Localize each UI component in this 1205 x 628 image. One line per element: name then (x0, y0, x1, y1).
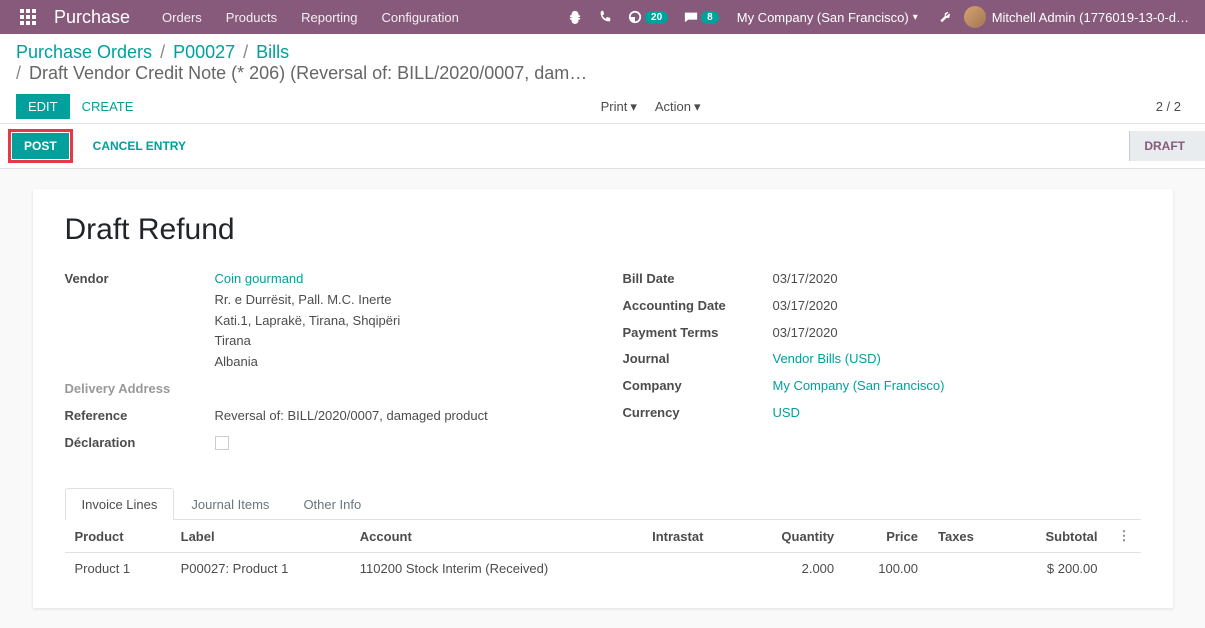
bill-date-value: 03/17/2020 (773, 269, 1141, 290)
apps-icon[interactable] (10, 9, 46, 25)
cell-price: 100.00 (844, 553, 928, 585)
avatar (964, 6, 986, 28)
edit-button[interactable]: Edit (16, 94, 70, 119)
col-product[interactable]: Product (65, 520, 171, 553)
cell-intrastat (642, 553, 742, 585)
create-button[interactable]: Create (70, 94, 146, 119)
vendor-addr1: Rr. e Durrësit, Pall. M.C. Inerte (215, 290, 583, 311)
breadcrumb-purchase-orders[interactable]: Purchase Orders (16, 42, 152, 63)
nav-products[interactable]: Products (214, 10, 289, 25)
accounting-date-label: Accounting Date (623, 296, 773, 317)
cell-label: P00027: Product 1 (171, 553, 350, 585)
invoice-lines-table: Product Label Account Intrastat Quantity… (65, 520, 1141, 584)
caret-down-icon: ▾ (913, 12, 918, 23)
page-title: Draft Refund (65, 213, 1141, 247)
pager[interactable]: 2 / 2 (1156, 99, 1189, 114)
journal-label: Journal (623, 349, 773, 370)
form-right-column: Bill Date 03/17/2020 Accounting Date 03/… (623, 269, 1141, 459)
reference-label: Reference (65, 406, 215, 427)
currency-label: Currency (623, 403, 773, 424)
vendor-label: Vendor (65, 269, 215, 373)
cell-taxes (928, 553, 1006, 585)
declaration-label: Déclaration (65, 433, 215, 454)
caret-down-icon: ▾ (630, 99, 637, 115)
form-left-column: Vendor Coin gourmand Rr. e Durrësit, Pal… (65, 269, 583, 459)
currency-link[interactable]: USD (773, 405, 800, 420)
vendor-city: Tirana (215, 331, 583, 352)
nav-configuration[interactable]: Configuration (369, 10, 470, 25)
user-name: Mitchell Admin (1776019-13-0-d… (992, 10, 1189, 25)
bug-icon[interactable] (560, 10, 590, 24)
action-dropdown[interactable]: Action ▾ (655, 99, 701, 115)
cell-product: Product 1 (65, 553, 171, 585)
col-price[interactable]: Price (844, 520, 928, 553)
form-tabs: Invoice Lines Journal Items Other Info (65, 487, 1141, 520)
declaration-checkbox[interactable] (215, 436, 229, 450)
breadcrumb-p00027[interactable]: P00027 (173, 42, 235, 63)
control-panel: Purchase Orders / P00027 / Bills / Draft… (0, 34, 1205, 124)
col-label[interactable]: Label (171, 520, 350, 553)
tab-invoice-lines[interactable]: Invoice Lines (65, 488, 175, 520)
cell-subtotal: $ 200.00 (1006, 553, 1107, 585)
breadcrumb-current-row: / Draft Vendor Credit Note (* 206) (Reve… (16, 63, 1189, 84)
vendor-link[interactable]: Coin gourmand (215, 271, 304, 286)
caret-down-icon: ▾ (694, 99, 701, 115)
statusbar: Post Cancel Entry Draft (0, 124, 1205, 169)
print-dropdown[interactable]: Print ▾ (601, 99, 637, 115)
status-draft[interactable]: Draft (1129, 131, 1205, 161)
phone-icon[interactable] (590, 10, 620, 24)
company-switcher[interactable]: My Company (San Francisco) ▾ (727, 10, 928, 25)
delivery-address-value (215, 379, 583, 400)
journal-link[interactable]: Vendor Bills (USD) (773, 351, 881, 366)
activity-badge: 20 (645, 11, 668, 24)
nav-orders[interactable]: Orders (150, 10, 214, 25)
tab-other-info[interactable]: Other Info (286, 488, 378, 520)
form-background: Draft Refund Vendor Coin gourmand Rr. e … (0, 169, 1205, 628)
col-account[interactable]: Account (350, 520, 642, 553)
debug-tools-icon[interactable] (928, 10, 958, 24)
col-taxes[interactable]: Taxes (928, 520, 1006, 553)
reference-value: Reversal of: BILL/2020/0007, damaged pro… (215, 406, 583, 427)
accounting-date-value: 03/17/2020 (773, 296, 1141, 317)
company-label: Company (623, 376, 773, 397)
cancel-entry-button[interactable]: Cancel Entry (81, 133, 198, 159)
form-sheet: Draft Refund Vendor Coin gourmand Rr. e … (33, 189, 1173, 608)
col-subtotal[interactable]: Subtotal (1006, 520, 1107, 553)
breadcrumb: Purchase Orders / P00027 / Bills (16, 42, 1189, 63)
vendor-addr2: Kati.1, Laprakë, Tirana, Shqipëri (215, 311, 583, 332)
activity-icon[interactable]: 20 (620, 10, 676, 24)
messages-badge: 8 (701, 11, 719, 24)
post-highlight: Post (8, 129, 73, 163)
tab-journal-items[interactable]: Journal Items (174, 488, 286, 520)
nav-reporting[interactable]: Reporting (289, 10, 369, 25)
app-brand[interactable]: Purchase (46, 7, 150, 28)
col-intrastat[interactable]: Intrastat (642, 520, 742, 553)
col-options-icon[interactable]: ⋮ (1108, 520, 1141, 553)
breadcrumb-current: Draft Vendor Credit Note (* 206) (Revers… (29, 63, 587, 84)
table-row[interactable]: Product 1 P00027: Product 1 110200 Stock… (65, 553, 1141, 585)
col-quantity[interactable]: Quantity (742, 520, 844, 553)
cell-quantity: 2.000 (742, 553, 844, 585)
messages-icon[interactable]: 8 (676, 10, 727, 24)
payment-terms-label: Payment Terms (623, 323, 773, 344)
company-link[interactable]: My Company (San Francisco) (773, 378, 945, 393)
vendor-country: Albania (215, 352, 583, 373)
cell-account: 110200 Stock Interim (Received) (350, 553, 642, 585)
breadcrumb-bills[interactable]: Bills (256, 42, 289, 63)
delivery-address-label: Delivery Address (65, 379, 215, 400)
payment-terms-value: 03/17/2020 (773, 323, 1141, 344)
bill-date-label: Bill Date (623, 269, 773, 290)
company-name: My Company (San Francisco) (737, 10, 909, 25)
top-navbar: Purchase Orders Products Reporting Confi… (0, 0, 1205, 34)
post-button[interactable]: Post (12, 133, 69, 159)
user-menu[interactable]: Mitchell Admin (1776019-13-0-d… (958, 6, 1195, 28)
